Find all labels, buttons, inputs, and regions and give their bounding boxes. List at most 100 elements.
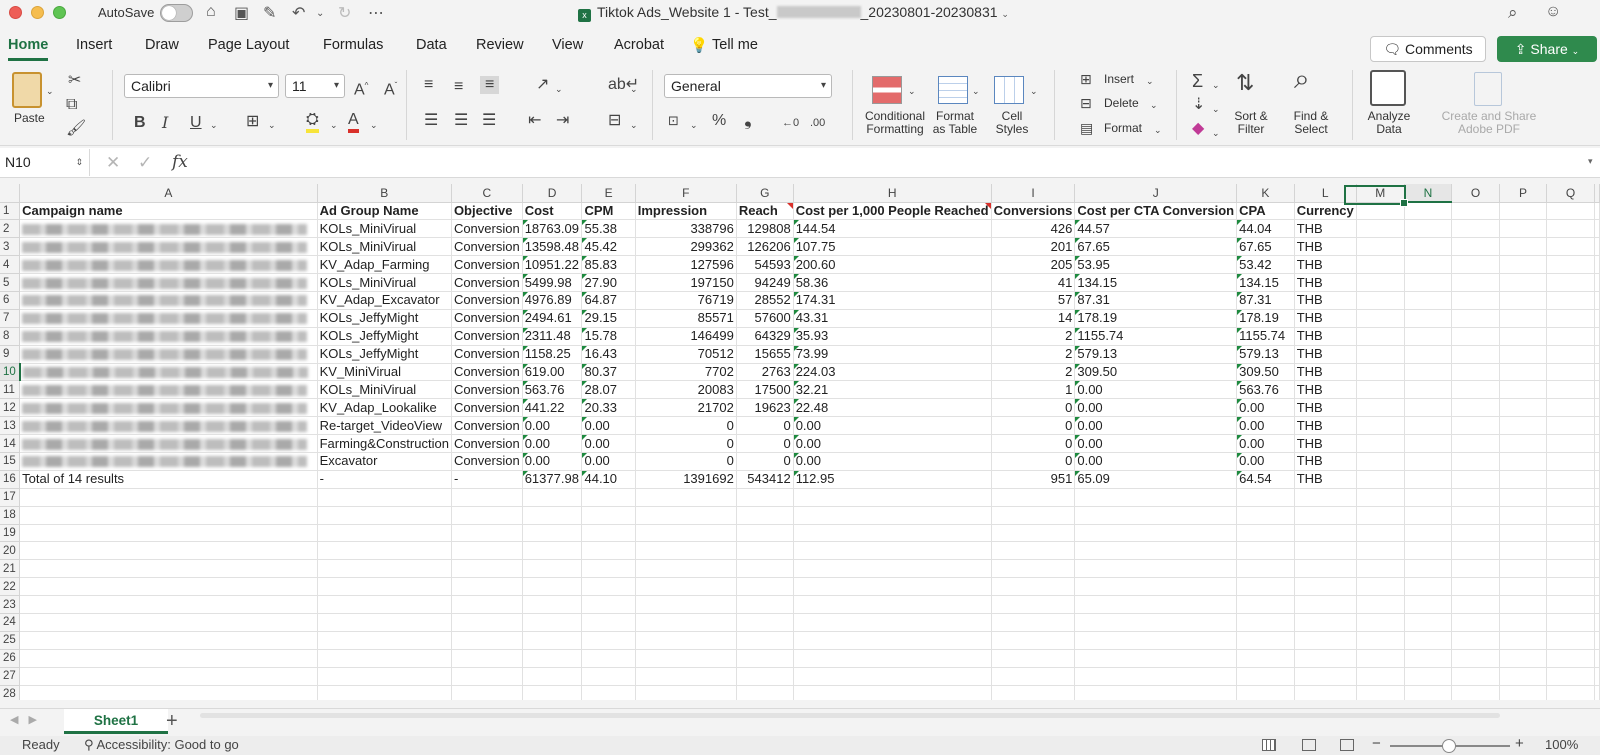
analyze-data-icon[interactable] (1370, 70, 1406, 106)
tab-draw[interactable]: Draw (145, 37, 179, 53)
cell[interactable] (1356, 595, 1405, 614)
cell[interactable]: THB (1294, 434, 1357, 453)
cell[interactable]: THB (1294, 398, 1357, 418)
cell[interactable] (19, 649, 318, 668)
cell[interactable]: Excavator (317, 452, 452, 471)
cell[interactable] (1356, 309, 1405, 328)
cell[interactable] (1499, 380, 1548, 400)
cell[interactable] (1594, 273, 1600, 292)
cell[interactable]: 87.31 (1074, 291, 1238, 310)
redo-icon[interactable]: ↻ (338, 3, 351, 23)
cell[interactable] (451, 685, 523, 700)
cell[interactable]: THB (1294, 345, 1357, 364)
cell[interactable]: 0.00 (1074, 452, 1238, 471)
cell[interactable]: THB (1294, 470, 1357, 489)
cell[interactable] (451, 595, 523, 614)
cell[interactable] (1356, 649, 1405, 668)
column-header[interactable]: G (736, 184, 794, 203)
pdf-share-icon[interactable] (1474, 72, 1502, 106)
cell[interactable] (1594, 237, 1600, 257)
cell[interactable]: 441.22 (522, 398, 583, 418)
cell[interactable] (1404, 470, 1453, 489)
cell[interactable] (1546, 470, 1595, 489)
cell[interactable] (1499, 649, 1548, 668)
font-name-select[interactable]: Calibri ▾ (124, 74, 279, 98)
cell[interactable]: 127596 (635, 255, 737, 275)
column-header[interactable]: J (1074, 184, 1238, 203)
cell[interactable] (19, 219, 318, 239)
row-header[interactable]: 25 (0, 631, 21, 650)
cell[interactable] (451, 613, 523, 632)
decrease-decimal-icon[interactable]: .00 (810, 114, 825, 132)
cell[interactable]: 0.00 (522, 416, 583, 436)
chevron-down-icon[interactable]: ⌄ (1212, 76, 1220, 94)
cell[interactable] (1499, 506, 1548, 525)
cell[interactable] (635, 649, 737, 668)
font-color-dropdown-icon[interactable]: ⌄ (370, 116, 378, 134)
cell[interactable]: Campaign name (19, 202, 318, 221)
enter-icon[interactable]: ✓ (138, 153, 152, 173)
cell[interactable] (1451, 685, 1500, 700)
cell[interactable] (1546, 363, 1595, 382)
cell[interactable] (19, 541, 318, 561)
sheet-nav-arrows-icon[interactable]: ◀▶ (10, 713, 47, 726)
cell[interactable] (1404, 667, 1453, 686)
delete-cells-label[interactable]: Delete (1104, 97, 1139, 110)
cell[interactable] (1546, 488, 1595, 507)
font-color-icon[interactable]: A (348, 111, 359, 133)
cell[interactable] (1356, 470, 1405, 489)
cell[interactable] (1451, 398, 1500, 418)
cell[interactable] (1499, 488, 1548, 507)
borders-icon[interactable]: ⊞ (246, 113, 259, 131)
cell[interactable]: 16.43 (581, 345, 636, 364)
cell[interactable] (736, 506, 794, 525)
cell[interactable] (1451, 559, 1500, 579)
cell[interactable]: Conversion (451, 398, 523, 418)
cell[interactable] (1451, 667, 1500, 686)
cell[interactable] (1546, 398, 1595, 418)
cell[interactable]: 35.93 (793, 327, 992, 346)
cell[interactable]: THB (1294, 363, 1357, 382)
chevron-down-icon[interactable]: ⌄ (1150, 96, 1158, 114)
cell[interactable] (522, 595, 583, 614)
tab-home[interactable]: Home (8, 37, 49, 61)
zoom-in-icon[interactable]: + (1515, 735, 1524, 752)
cell[interactable] (317, 541, 452, 561)
cell[interactable] (1499, 416, 1548, 436)
account-icon[interactable]: ☺ (1545, 3, 1561, 21)
cell[interactable] (793, 577, 992, 597)
cell[interactable]: KOLs_JeffyMight (317, 309, 452, 328)
cell[interactable] (1074, 524, 1238, 543)
cell[interactable]: 70512 (635, 345, 737, 364)
column-header[interactable]: C (451, 184, 523, 203)
page-layout-view-icon[interactable] (1302, 739, 1316, 751)
cell[interactable]: 0.00 (1236, 398, 1295, 418)
cell[interactable] (1236, 541, 1295, 561)
cell[interactable]: 44.57 (1074, 219, 1238, 239)
cell[interactable] (1499, 363, 1548, 382)
row-header[interactable]: 26 (0, 649, 21, 668)
cell[interactable] (451, 559, 523, 579)
cell[interactable] (1451, 470, 1500, 489)
cell[interactable] (736, 541, 794, 561)
cell[interactable] (1236, 685, 1295, 700)
cell[interactable]: 299362 (635, 237, 737, 257)
cell[interactable]: Total of 14 results (19, 470, 318, 489)
worksheet-grid[interactable]: ABCDEFGHIJKLMNOPQ 1 Campaign name Ad Group… (0, 184, 1600, 700)
cell[interactable] (19, 363, 318, 382)
cell[interactable] (451, 506, 523, 525)
cell[interactable] (1499, 685, 1548, 700)
cell[interactable]: 53.42 (1236, 255, 1295, 275)
cell[interactable] (1404, 488, 1453, 507)
add-sheet-icon[interactable]: + (166, 710, 178, 733)
cell[interactable]: 0.00 (793, 434, 992, 453)
cell[interactable] (317, 649, 452, 668)
cell[interactable] (1294, 577, 1357, 597)
number-format-select[interactable]: General ▾ (664, 74, 832, 98)
cell[interactable] (1356, 291, 1405, 310)
cell[interactable]: 85571 (635, 309, 737, 328)
cell[interactable]: Conversion (451, 219, 523, 239)
cell[interactable]: KOLs_JeffyMight (317, 327, 452, 346)
cell[interactable] (1546, 577, 1595, 597)
cell[interactable] (1451, 577, 1500, 597)
